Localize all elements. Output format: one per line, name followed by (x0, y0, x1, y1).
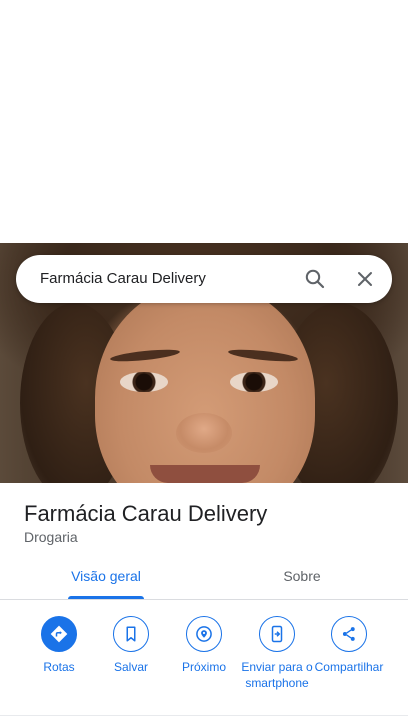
nearby-label: Próximo (181, 660, 226, 674)
share-button-circle (331, 616, 367, 652)
search-bar[interactable]: Farmácia Carau Delivery (16, 255, 392, 303)
send-to-phone-button[interactable]: Enviar para o smartphone (239, 616, 315, 691)
share-icon (342, 627, 355, 641)
photo-right-eye (230, 372, 278, 392)
send-to-phone-label: Enviar para o smartphone (241, 660, 313, 690)
routes-button[interactable]: Rotas (21, 616, 97, 675)
tab-selected-indicator (68, 596, 144, 599)
tab-bar: Visão geral Sobre (0, 558, 408, 600)
nearby-button-circle (186, 616, 222, 652)
save-label: Salvar (113, 660, 148, 674)
save-button[interactable]: Salvar (93, 616, 169, 675)
routes-label: Rotas (43, 660, 75, 674)
search-query[interactable]: Farmácia Carau Delivery (40, 270, 206, 287)
place-category[interactable]: Drogaria (24, 529, 78, 545)
tab-overview[interactable]: Visão geral (0, 558, 212, 600)
nearby-button[interactable]: Próximo (166, 616, 242, 675)
search-icon[interactable] (303, 267, 327, 291)
photo-mouth (150, 465, 260, 483)
send-to-phone-icon (271, 625, 283, 643)
photo-nose (176, 413, 232, 453)
routes-button-circle (41, 616, 77, 652)
bookmark-icon (126, 626, 136, 642)
directions-icon (50, 625, 68, 643)
save-button-circle (113, 616, 149, 652)
nearby-icon (196, 626, 212, 642)
place-title: Farmácia Carau Delivery (24, 501, 268, 526)
photo-left-eye (120, 372, 168, 392)
send-to-phone-button-circle (259, 616, 295, 652)
share-button[interactable]: Compartilhar (311, 616, 387, 675)
close-icon[interactable] (353, 267, 377, 291)
action-bar: Rotas Salvar Próximo Enviar para o smart… (0, 600, 408, 716)
share-label: Compartilhar (314, 660, 384, 674)
map-canvas (0, 0, 408, 243)
tab-about[interactable]: Sobre (204, 558, 400, 600)
